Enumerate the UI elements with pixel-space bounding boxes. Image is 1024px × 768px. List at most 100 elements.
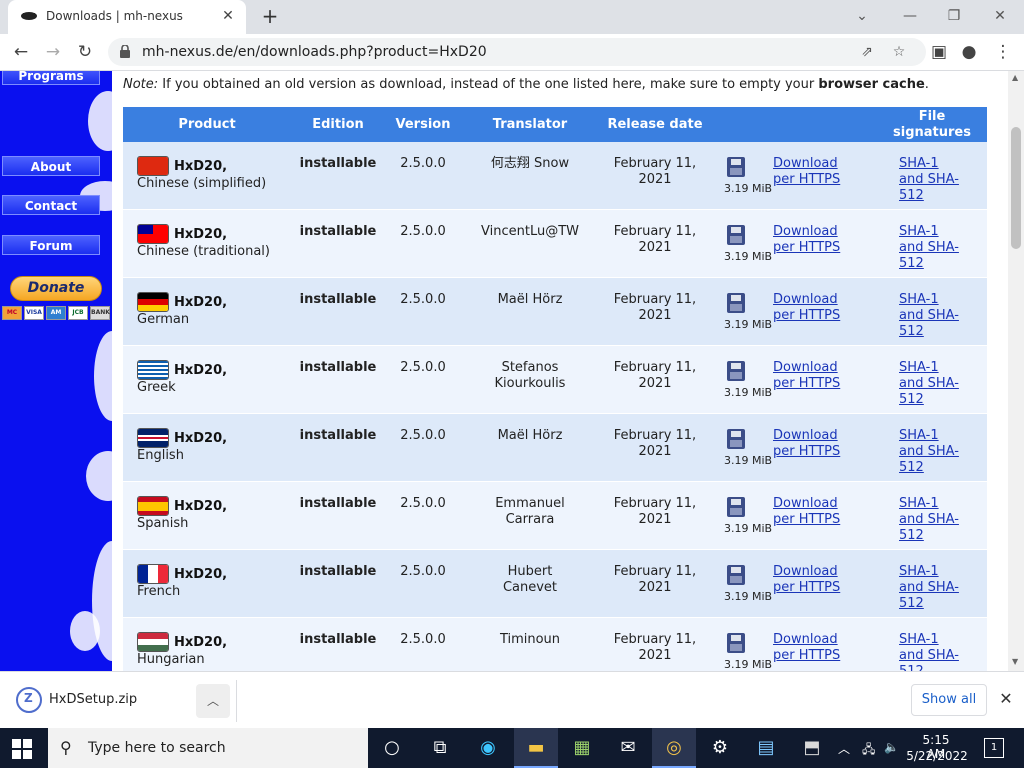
download-https-link[interactable]: Download per HTTPS bbox=[773, 156, 863, 188]
floppy-disk-icon[interactable] bbox=[727, 361, 745, 381]
file-size: 3.19 MiB bbox=[724, 250, 773, 263]
minimize-button[interactable]: — bbox=[894, 4, 926, 28]
notification-center-icon[interactable]: 1 bbox=[984, 738, 1004, 758]
floppy-disk-icon[interactable] bbox=[727, 497, 745, 517]
floppy-disk-icon[interactable] bbox=[727, 157, 745, 177]
signature-link[interactable]: SHA-1 and SHA-512 bbox=[899, 224, 967, 272]
table-row: HxD20, French installable 2.5.0.0 Hubert… bbox=[123, 550, 987, 618]
volume-icon[interactable]: 🔈 bbox=[884, 740, 899, 754]
release-date: February 11, 2021 bbox=[613, 224, 697, 255]
chrome-icon[interactable]: ◎ bbox=[652, 728, 696, 768]
translator: Emmanuel Carrara bbox=[495, 496, 565, 527]
release-date: February 11, 2021 bbox=[613, 564, 697, 595]
file-size: 3.19 MiB bbox=[724, 318, 773, 331]
table-row: HxD20, Hungarian installable 2.5.0.0 Tim… bbox=[123, 618, 987, 671]
nav-programs[interactable]: Programs bbox=[2, 71, 100, 85]
task-view-icon[interactable]: ⧉ bbox=[418, 728, 462, 768]
product-name: HxD20, bbox=[174, 431, 228, 446]
translator: Maël Hörz bbox=[497, 428, 563, 443]
signature-link[interactable]: SHA-1 and SHA-512 bbox=[899, 360, 967, 408]
floppy-disk-icon[interactable] bbox=[727, 225, 745, 245]
tab-close-icon[interactable]: ✕ bbox=[218, 6, 238, 26]
scroll-down-icon[interactable]: ▼ bbox=[1012, 657, 1018, 666]
download-file-name[interactable]: HxDSetup.zip bbox=[49, 692, 137, 707]
download-https-link[interactable]: Download per HTTPS bbox=[773, 564, 863, 596]
mail-icon[interactable]: ✉ bbox=[606, 728, 650, 768]
payment-cards: MC VISA AM JCB BANK bbox=[2, 306, 112, 322]
release-date: February 11, 2021 bbox=[613, 632, 697, 663]
tab-search-icon[interactable]: ⌄ bbox=[846, 4, 878, 28]
close-download-bar-icon[interactable]: ✕ bbox=[996, 689, 1016, 709]
downloads-table: Product Edition Version Translator Relea… bbox=[123, 107, 987, 671]
floppy-disk-icon[interactable] bbox=[727, 293, 745, 313]
floppy-disk-icon[interactable] bbox=[727, 429, 745, 449]
share-icon[interactable]: ⇗ bbox=[856, 42, 878, 62]
version: 2.5.0.0 bbox=[400, 428, 446, 443]
tray-chevron-up-icon[interactable]: ︿ bbox=[838, 740, 850, 757]
download-bar: HxDSetup.zip ︿ Show all ✕ bbox=[0, 671, 1024, 728]
flag-gb-icon bbox=[137, 428, 169, 448]
file-explorer-icon[interactable]: ▬ bbox=[514, 728, 558, 768]
edge-icon[interactable]: ◉ bbox=[466, 728, 510, 768]
profile-avatar-icon[interactable]: ● bbox=[956, 40, 982, 66]
file-size: 3.19 MiB bbox=[724, 182, 773, 195]
new-tab-button[interactable]: + bbox=[258, 5, 282, 29]
table-row: HxD20, English installable 2.5.0.0 Maël … bbox=[123, 414, 987, 482]
donate-button[interactable]: Donate bbox=[10, 276, 102, 301]
taskbar-search-box[interactable]: ⚲ Type here to search bbox=[48, 728, 368, 768]
store-icon[interactable]: ▦ bbox=[560, 728, 604, 768]
signature-link[interactable]: SHA-1 and SHA-512 bbox=[899, 632, 967, 671]
download-https-link[interactable]: Download per HTTPS bbox=[773, 360, 863, 392]
product-name: HxD20, bbox=[174, 499, 228, 514]
signature-link[interactable]: SHA-1 and SHA-512 bbox=[899, 496, 967, 544]
product-name: HxD20, bbox=[174, 363, 228, 378]
download-https-link[interactable]: Download per HTTPS bbox=[773, 292, 863, 324]
close-window-button[interactable]: ✕ bbox=[984, 4, 1016, 28]
windows-taskbar: ⚲ Type here to search ○ ⧉ ◉ ▬ ▦ ✉ ◎ ⚙ ▤ … bbox=[0, 728, 1024, 768]
translator: Timinoun bbox=[499, 632, 561, 647]
translator: 何志翔 Snow bbox=[490, 156, 570, 171]
clock-date[interactable]: 5/22/2022 bbox=[904, 749, 970, 763]
scroll-thumb[interactable] bbox=[1011, 127, 1021, 249]
download-https-link[interactable]: Download per HTTPS bbox=[773, 632, 863, 664]
chevron-up-icon[interactable]: ︿ bbox=[196, 684, 230, 718]
page-content: Programs About Contact Forum Donate MC V… bbox=[0, 71, 1008, 671]
flag-hu-icon bbox=[137, 632, 169, 652]
nav-contact[interactable]: Contact bbox=[2, 195, 100, 215]
menu-kebab-icon[interactable]: ⋮ bbox=[990, 40, 1016, 66]
header-translator: Translator bbox=[492, 117, 568, 132]
download-https-link[interactable]: Download per HTTPS bbox=[773, 224, 863, 256]
scroll-up-icon[interactable]: ▲ bbox=[1012, 73, 1018, 82]
floppy-disk-icon[interactable] bbox=[727, 565, 745, 585]
download-https-link[interactable]: Download per HTTPS bbox=[773, 428, 863, 460]
edition: installable bbox=[299, 292, 377, 307]
nav-about[interactable]: About bbox=[2, 156, 100, 176]
network-icon[interactable]: 🖧 bbox=[862, 740, 875, 761]
cortana-icon[interactable]: ○ bbox=[370, 728, 414, 768]
windows-start-icon[interactable] bbox=[12, 739, 32, 759]
forward-button[interactable]: → bbox=[40, 40, 66, 66]
product-language: Chinese (simplified) bbox=[137, 176, 267, 191]
nav-forum[interactable]: Forum bbox=[2, 235, 100, 255]
settings-gear-icon[interactable]: ⚙ bbox=[698, 728, 742, 768]
side-panel-icon[interactable]: ▣ bbox=[926, 40, 952, 66]
restore-button[interactable]: ❐ bbox=[938, 4, 970, 28]
product-language: German bbox=[137, 312, 190, 327]
reload-button[interactable]: ↻ bbox=[72, 40, 98, 66]
installer-icon[interactable]: ⬒ bbox=[790, 728, 834, 768]
floppy-disk-icon[interactable] bbox=[727, 633, 745, 653]
control-panel-icon[interactable]: ▤ bbox=[744, 728, 788, 768]
signature-link[interactable]: SHA-1 and SHA-512 bbox=[899, 156, 967, 204]
bookmark-star-icon[interactable]: ☆ bbox=[888, 42, 910, 62]
download-https-link[interactable]: Download per HTTPS bbox=[773, 496, 863, 528]
back-button[interactable]: ← bbox=[8, 40, 34, 66]
signature-link[interactable]: SHA-1 and SHA-512 bbox=[899, 564, 967, 612]
flag-tw-icon bbox=[137, 224, 169, 244]
vertical-scrollbar[interactable]: ▲ ▼ bbox=[1008, 71, 1024, 671]
address-bar[interactable]: mh-nexus.de/en/downloads.php?product=HxD… bbox=[108, 38, 926, 66]
table-row: HxD20, Chinese (simplified) installable … bbox=[123, 142, 987, 210]
show-all-button[interactable]: Show all bbox=[911, 684, 987, 716]
signature-link[interactable]: SHA-1 and SHA-512 bbox=[899, 428, 967, 476]
signature-link[interactable]: SHA-1 and SHA-512 bbox=[899, 292, 967, 340]
tab-downloads[interactable]: Downloads | mh-nexus ✕ bbox=[8, 0, 246, 34]
